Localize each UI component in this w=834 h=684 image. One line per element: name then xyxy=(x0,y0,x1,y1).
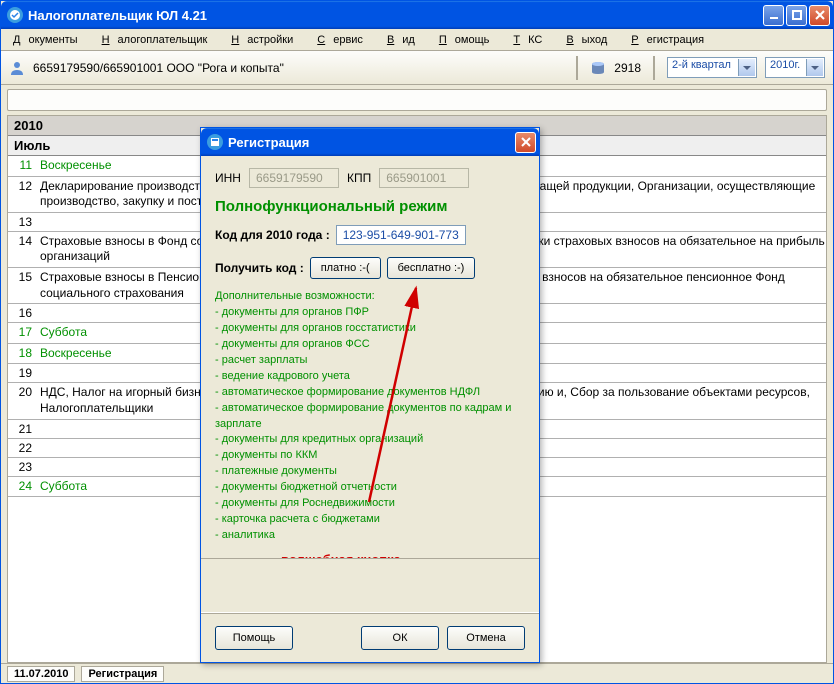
dialog-separator xyxy=(201,612,539,614)
inn-field xyxy=(249,168,339,188)
calendar-day: 16 xyxy=(8,306,36,320)
calendar-day: 17 xyxy=(8,325,36,339)
calendar-day: 19 xyxy=(8,366,36,380)
dialog-body: ИНН КПП Полнофункциональный режим Код дл… xyxy=(201,156,539,662)
menu-view[interactable]: Вид xyxy=(379,32,431,48)
menu-documents[interactable]: Документы xyxy=(5,32,94,48)
year-select[interactable]: 2010г. xyxy=(765,57,825,78)
calendar-day: 15 xyxy=(8,270,36,284)
toolbar: 6659179590/665901001 ООО "Рога и копыта"… xyxy=(1,51,833,85)
feature-item: - карточка расчета с бюджетами xyxy=(215,512,525,528)
status-label: Регистрация xyxy=(81,666,164,682)
menu-exit[interactable]: Выход xyxy=(558,32,623,48)
org-text: 6659179590/665901001 ООО "Рога и копыта" xyxy=(33,61,564,75)
calendar-day: 11 xyxy=(8,158,36,172)
calendar-day: 13 xyxy=(8,215,36,229)
close-button[interactable] xyxy=(809,5,830,26)
database-icon xyxy=(590,60,606,76)
main-titlebar: Налогоплательщик ЮЛ 4.21 xyxy=(1,1,833,29)
quarter-select[interactable]: 2-й квартал xyxy=(667,57,757,78)
feature-item: - документы для органов госстатистики xyxy=(215,321,525,337)
free-button[interactable]: бесплатно :-) xyxy=(387,257,476,279)
cancel-button[interactable]: Отмена xyxy=(447,626,525,650)
statusbar: 11.07.2010 Регистрация xyxy=(1,663,833,683)
menu-tks[interactable]: ТКС xyxy=(505,32,558,48)
kpp-field xyxy=(379,168,469,188)
registration-dialog: Регистрация ИНН КПП Полнофункциональный … xyxy=(200,127,540,663)
feature-item: - документы бюджетной отчетности xyxy=(215,480,525,496)
empty-toolbar xyxy=(7,89,827,111)
menu-registration[interactable]: Регистрация xyxy=(623,32,720,48)
calendar-day: 21 xyxy=(8,422,36,436)
calendar-day: 20 xyxy=(8,385,36,399)
get-code-label: Получить код : xyxy=(215,261,304,275)
toolbar-number: 2918 xyxy=(614,61,641,75)
titlebar-buttons xyxy=(763,5,830,26)
features-list: Дополнительные возможности: - документы … xyxy=(215,289,525,544)
feature-item: - расчет зарплаты xyxy=(215,353,525,369)
dialog-icon xyxy=(207,134,223,150)
app-icon xyxy=(7,7,23,23)
ok-button[interactable]: ОК xyxy=(361,626,439,650)
feature-item: - ведение кадрового учета xyxy=(215,369,525,385)
minimize-button[interactable] xyxy=(763,5,784,26)
main-title: Налогоплательщик ЮЛ 4.21 xyxy=(28,8,763,23)
code-label: Код для 2010 года : xyxy=(215,228,330,242)
feature-item: - платежные документы xyxy=(215,464,525,480)
inn-label: ИНН xyxy=(215,171,241,185)
dialog-title: Регистрация xyxy=(228,135,515,150)
calendar-day: 22 xyxy=(8,441,36,455)
feature-item: - документы для Роснедвижимости xyxy=(215,496,525,512)
toolbar-separator-2 xyxy=(653,56,655,80)
feature-item: - автоматическое формирование документов… xyxy=(215,385,525,401)
paid-button[interactable]: платно :-( xyxy=(310,257,381,279)
mode-title: Полнофункциональный режим xyxy=(215,198,525,215)
dialog-divider xyxy=(201,558,539,574)
calendar-day: 18 xyxy=(8,346,36,360)
menubar: Документы Налогоплательщик Настройки Сер… xyxy=(1,29,833,51)
calendar-day: 24 xyxy=(8,479,36,493)
menu-service[interactable]: Сервис xyxy=(309,32,379,48)
kpp-label: КПП xyxy=(347,171,371,185)
user-icon xyxy=(9,60,25,76)
feature-item: - документы по ККМ xyxy=(215,448,525,464)
menu-settings[interactable]: Настройки xyxy=(223,32,309,48)
feature-item: - документы для органов ПФР xyxy=(215,305,525,321)
menu-help[interactable]: Помощь xyxy=(431,32,506,48)
calendar-day: 14 xyxy=(8,234,36,248)
feature-item: - документы для органов ФСС xyxy=(215,337,525,353)
calendar-day: 23 xyxy=(8,460,36,474)
dialog-close-button[interactable] xyxy=(515,132,536,153)
feature-item: - документы для кредитных организаций xyxy=(215,432,525,448)
menu-taxpayer[interactable]: Налогоплательщик xyxy=(94,32,224,48)
toolbar-separator xyxy=(576,56,578,80)
features-header: Дополнительные возможности: xyxy=(215,289,525,305)
help-button[interactable]: Помощь xyxy=(215,626,293,650)
feature-item: - автоматическое формирование документов… xyxy=(215,401,525,433)
calendar-day: 12 xyxy=(8,179,36,193)
code-input[interactable] xyxy=(336,225,466,245)
status-date: 11.07.2010 xyxy=(7,666,75,682)
dialog-titlebar: Регистрация xyxy=(201,128,539,156)
feature-item: - аналитика xyxy=(215,528,525,544)
maximize-button[interactable] xyxy=(786,5,807,26)
